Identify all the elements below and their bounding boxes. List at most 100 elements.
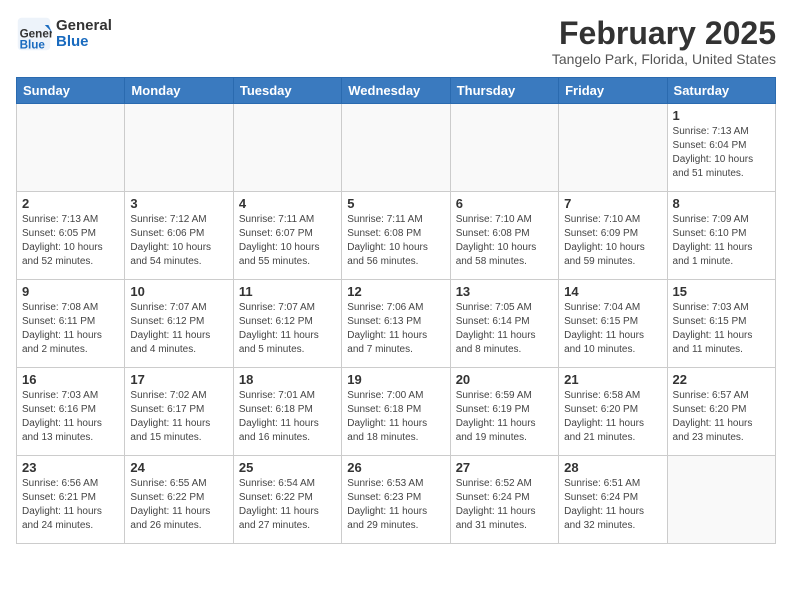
day-number: 18: [239, 372, 336, 387]
day-number: 25: [239, 460, 336, 475]
day-cell: 9 Sunrise: 7:08 AM Sunset: 6:11 PM Daylig…: [17, 280, 125, 368]
day-info: Sunrise: 7:11 AM Sunset: 6:08 PM Dayligh…: [347, 213, 444, 269]
calendar-header-monday: Monday: [125, 78, 233, 104]
day-cell: 12 Sunrise: 7:06 AM Sunset: 6:13 PM Dayli…: [342, 280, 450, 368]
day-cell: 2 Sunrise: 7:13 AM Sunset: 6:05 PM Daylig…: [17, 192, 125, 280]
day-number: 13: [456, 284, 553, 299]
day-info: Sunrise: 6:54 AM Sunset: 6:22 PM Dayligh…: [239, 477, 336, 533]
day-info: Sunrise: 6:52 AM Sunset: 6:24 PM Dayligh…: [456, 477, 553, 533]
day-number: 15: [673, 284, 770, 299]
day-cell: 26Sunrise: 6:53 AM Sunset: 6:23 PM Dayli…: [342, 456, 450, 544]
day-cell: 25 Sunrise: 6:54 AM Sunset: 6:22 PM Dayli…: [233, 456, 341, 544]
day-number: 12: [347, 284, 444, 299]
week-row-5: 23 Sunrise: 6:56 AM Sunset: 6:21 PM Dayli…: [17, 456, 776, 544]
calendar-header-tuesday: Tuesday: [233, 78, 341, 104]
calendar-header-friday: Friday: [559, 78, 667, 104]
day-cell: [450, 104, 558, 192]
day-cell: 28Sunrise: 6:51 AM Sunset: 6:24 PM Dayli…: [559, 456, 667, 544]
logo: General Blue General Blue: [16, 16, 112, 52]
calendar-table: SundayMondayTuesdayWednesdayThursdayFrid…: [16, 77, 776, 544]
subtitle: Tangelo Park, Florida, United States: [552, 51, 776, 67]
day-info: Sunrise: 7:04 AM Sunset: 6:15 PM Dayligh…: [564, 301, 661, 357]
calendar-header-row: SundayMondayTuesdayWednesdayThursdayFrid…: [17, 78, 776, 104]
day-info: Sunrise: 7:12 AM Sunset: 6:06 PM Dayligh…: [130, 213, 227, 269]
day-cell: 7 Sunrise: 7:10 AM Sunset: 6:09 PM Daylig…: [559, 192, 667, 280]
title-block: February 2025 Tangelo Park, Florida, Uni…: [552, 16, 776, 67]
day-cell: 21Sunrise: 6:58 AM Sunset: 6:20 PM Dayli…: [559, 368, 667, 456]
day-cell: 6 Sunrise: 7:10 AM Sunset: 6:08 PM Daylig…: [450, 192, 558, 280]
day-info: Sunrise: 7:02 AM Sunset: 6:17 PM Dayligh…: [130, 389, 227, 445]
day-info: Sunrise: 6:57 AM Sunset: 6:20 PM Dayligh…: [673, 389, 770, 445]
day-cell: [17, 104, 125, 192]
day-cell: 13Sunrise: 7:05 AM Sunset: 6:14 PM Dayli…: [450, 280, 558, 368]
day-info: Sunrise: 7:01 AM Sunset: 6:18 PM Dayligh…: [239, 389, 336, 445]
day-number: 8: [673, 196, 770, 211]
day-number: 16: [22, 372, 119, 387]
calendar-header-wednesday: Wednesday: [342, 78, 450, 104]
day-info: Sunrise: 6:59 AM Sunset: 6:19 PM Dayligh…: [456, 389, 553, 445]
day-number: 10: [130, 284, 227, 299]
day-info: Sunrise: 7:00 AM Sunset: 6:18 PM Dayligh…: [347, 389, 444, 445]
day-number: 3: [130, 196, 227, 211]
day-cell: 17 Sunrise: 7:02 AM Sunset: 6:17 PM Dayli…: [125, 368, 233, 456]
day-info: Sunrise: 7:08 AM Sunset: 6:11 PM Dayligh…: [22, 301, 119, 357]
day-info: Sunrise: 7:06 AM Sunset: 6:13 PM Dayligh…: [347, 301, 444, 357]
day-cell: 1Sunrise: 7:13 AM Sunset: 6:04 PM Daylig…: [667, 104, 775, 192]
day-number: 5: [347, 196, 444, 211]
day-info: Sunrise: 6:53 AM Sunset: 6:23 PM Dayligh…: [347, 477, 444, 533]
day-number: 22: [673, 372, 770, 387]
logo-general: General: [56, 18, 112, 35]
day-cell: 8Sunrise: 7:09 AM Sunset: 6:10 PM Daylig…: [667, 192, 775, 280]
day-info: Sunrise: 7:10 AM Sunset: 6:09 PM Dayligh…: [564, 213, 661, 269]
day-number: 6: [456, 196, 553, 211]
day-cell: 23 Sunrise: 6:56 AM Sunset: 6:21 PM Dayli…: [17, 456, 125, 544]
day-number: 14: [564, 284, 661, 299]
day-info: Sunrise: 7:07 AM Sunset: 6:12 PM Dayligh…: [130, 301, 227, 357]
day-number: 9: [22, 284, 119, 299]
day-cell: 22 Sunrise: 6:57 AM Sunset: 6:20 PM Dayli…: [667, 368, 775, 456]
day-cell: 14 Sunrise: 7:04 AM Sunset: 6:15 PM Dayli…: [559, 280, 667, 368]
day-cell: 24 Sunrise: 6:55 AM Sunset: 6:22 PM Dayli…: [125, 456, 233, 544]
main-title: February 2025: [552, 16, 776, 51]
day-cell: 15Sunrise: 7:03 AM Sunset: 6:15 PM Dayli…: [667, 280, 775, 368]
calendar-header-thursday: Thursday: [450, 78, 558, 104]
day-cell: [233, 104, 341, 192]
day-number: 17: [130, 372, 227, 387]
day-cell: [667, 456, 775, 544]
week-row-4: 16 Sunrise: 7:03 AM Sunset: 6:16 PM Dayli…: [17, 368, 776, 456]
day-info: Sunrise: 7:07 AM Sunset: 6:12 PM Dayligh…: [239, 301, 336, 357]
day-info: Sunrise: 7:11 AM Sunset: 6:07 PM Dayligh…: [239, 213, 336, 269]
day-info: Sunrise: 6:58 AM Sunset: 6:20 PM Dayligh…: [564, 389, 661, 445]
week-row-2: 2 Sunrise: 7:13 AM Sunset: 6:05 PM Daylig…: [17, 192, 776, 280]
day-cell: 5 Sunrise: 7:11 AM Sunset: 6:08 PM Daylig…: [342, 192, 450, 280]
day-number: 7: [564, 196, 661, 211]
day-info: Sunrise: 6:55 AM Sunset: 6:22 PM Dayligh…: [130, 477, 227, 533]
day-number: 27: [456, 460, 553, 475]
day-cell: 10 Sunrise: 7:07 AM Sunset: 6:12 PM Dayli…: [125, 280, 233, 368]
day-cell: 16 Sunrise: 7:03 AM Sunset: 6:16 PM Dayli…: [17, 368, 125, 456]
day-cell: [342, 104, 450, 192]
day-cell: [559, 104, 667, 192]
day-number: 20: [456, 372, 553, 387]
day-cell: 3 Sunrise: 7:12 AM Sunset: 6:06 PM Daylig…: [125, 192, 233, 280]
day-info: Sunrise: 7:10 AM Sunset: 6:08 PM Dayligh…: [456, 213, 553, 269]
day-info: Sunrise: 6:56 AM Sunset: 6:21 PM Dayligh…: [22, 477, 119, 533]
svg-text:Blue: Blue: [20, 38, 46, 51]
day-cell: 19 Sunrise: 7:00 AM Sunset: 6:18 PM Dayli…: [342, 368, 450, 456]
calendar-header-saturday: Saturday: [667, 78, 775, 104]
day-info: Sunrise: 7:13 AM Sunset: 6:05 PM Dayligh…: [22, 213, 119, 269]
header: General Blue General Blue February 2025 …: [16, 16, 776, 67]
day-cell: [125, 104, 233, 192]
day-number: 2: [22, 196, 119, 211]
day-number: 19: [347, 372, 444, 387]
day-cell: 11Sunrise: 7:07 AM Sunset: 6:12 PM Dayli…: [233, 280, 341, 368]
day-number: 23: [22, 460, 119, 475]
day-cell: 27 Sunrise: 6:52 AM Sunset: 6:24 PM Dayli…: [450, 456, 558, 544]
day-info: Sunrise: 7:03 AM Sunset: 6:16 PM Dayligh…: [22, 389, 119, 445]
logo-blue: Blue: [56, 34, 112, 51]
week-row-1: 1Sunrise: 7:13 AM Sunset: 6:04 PM Daylig…: [17, 104, 776, 192]
page: General Blue General Blue February 2025 …: [0, 0, 792, 554]
day-info: Sunrise: 7:13 AM Sunset: 6:04 PM Dayligh…: [673, 125, 770, 181]
day-number: 24: [130, 460, 227, 475]
day-number: 28: [564, 460, 661, 475]
